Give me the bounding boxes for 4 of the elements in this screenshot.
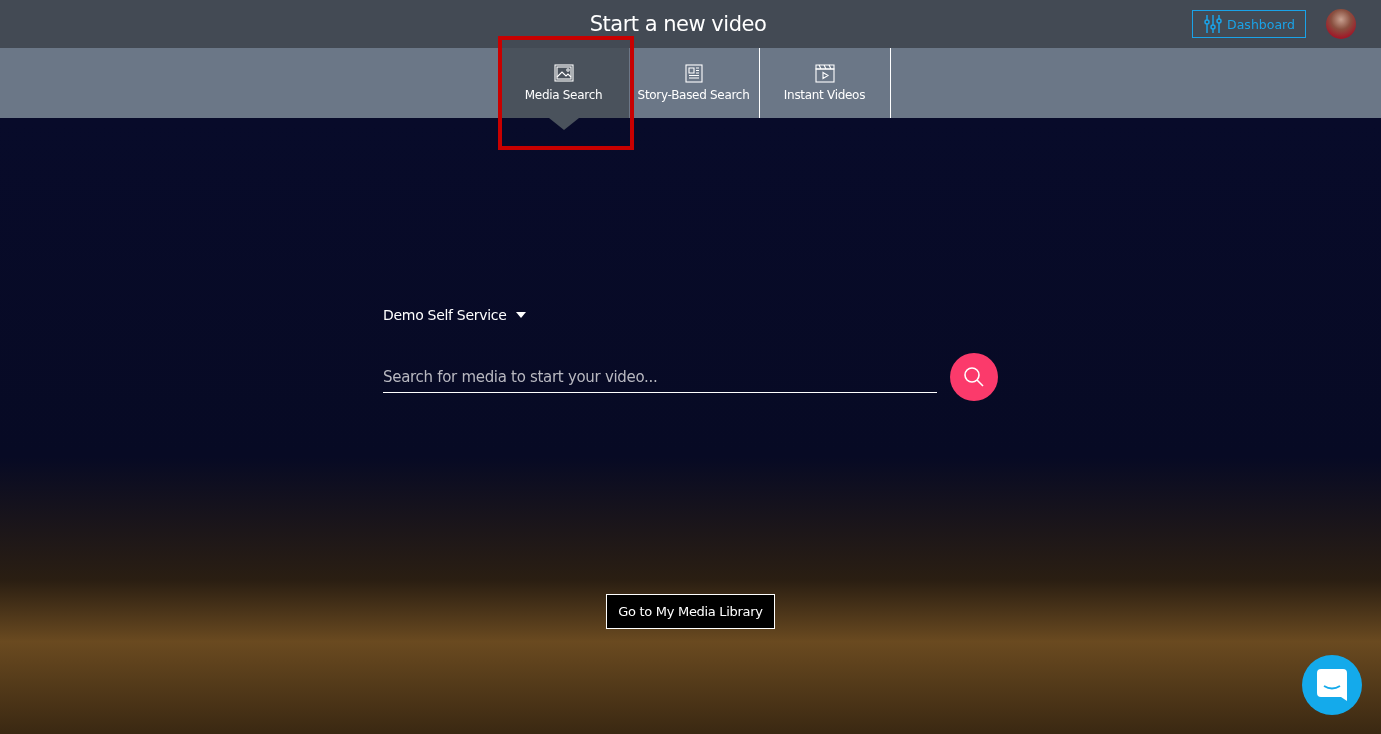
account-dropdown[interactable]: Demo Self Service	[383, 307, 527, 323]
search-field[interactable]: Search for media to start your video...	[383, 361, 937, 393]
media-library-button[interactable]: Go to My Media Library	[606, 594, 775, 629]
page-title: Start a new video	[589, 12, 767, 36]
